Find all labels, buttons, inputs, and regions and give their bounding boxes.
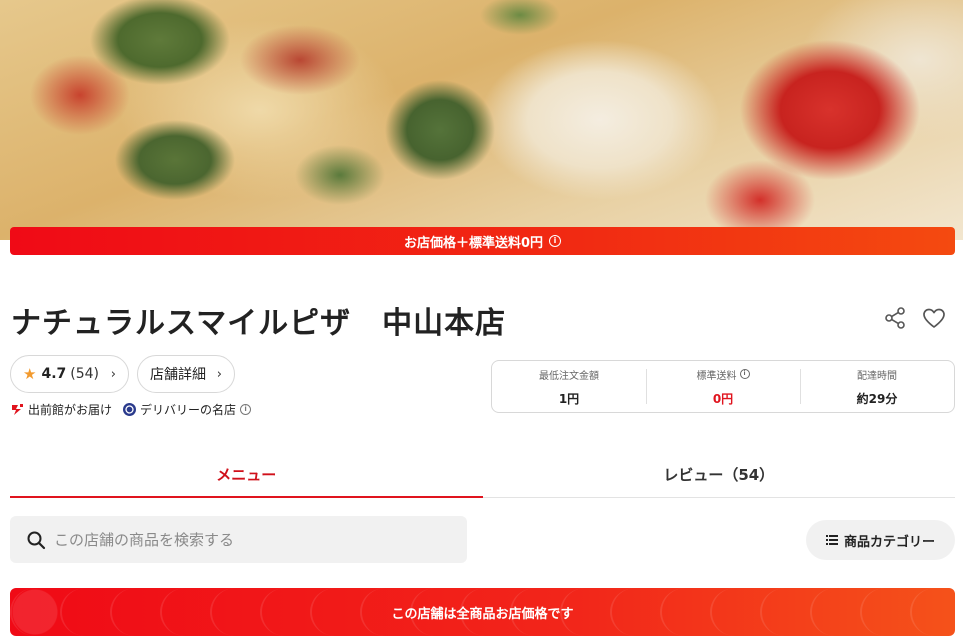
- favorite-heart-icon[interactable]: [921, 305, 947, 331]
- store-name: ナチュラルスマイルピザ 中山本店: [11, 306, 507, 341]
- info-icon[interactable]: i: [240, 404, 252, 415]
- delivery-fee-info: 標準送料 i 0円: [646, 361, 800, 412]
- category-button-label: 商品カテゴリー: [843, 534, 935, 550]
- search-input[interactable]: [54, 530, 444, 549]
- rating-value: 4.7: [41, 366, 67, 382]
- category-button[interactable]: 商品カテゴリー: [806, 520, 955, 560]
- info-icon[interactable]: i: [739, 369, 750, 379]
- chevron-right-icon: ›: [216, 366, 222, 382]
- min-order-info: 最低注文金額 1円: [492, 361, 646, 412]
- search-box[interactable]: [10, 516, 467, 563]
- min-order-value: 1円: [558, 391, 580, 406]
- delivery-time-label: 配達時間: [857, 370, 897, 382]
- delivery-info-panel: 最低注文金額 1円 標準送料 i 0円 配達時間 約29分: [491, 360, 955, 413]
- chevron-right-icon: ›: [110, 366, 116, 382]
- rating-chip[interactable]: ★ 4.7 (54) ›: [10, 355, 129, 393]
- search-icon: [27, 531, 46, 549]
- promo-banner[interactable]: お店価格＋標準送料0円 i: [10, 227, 955, 255]
- delivery-fee-label: 標準送料: [696, 370, 737, 382]
- price-notice-banner: この店舗は全商品お店価格です: [10, 588, 955, 636]
- store-tabs: メニュー レビュー（54）: [10, 452, 955, 498]
- delivery-fee-value: 0円: [712, 391, 734, 406]
- demae-logo-icon: [12, 404, 23, 415]
- store-badges: 出前館がお届け デリバリーの名店 i: [10, 401, 252, 418]
- store-details-button[interactable]: 店舗詳細 ›: [137, 355, 235, 393]
- famous-store-icon: [123, 403, 137, 416]
- store-details-label: 店舗詳細: [150, 367, 206, 383]
- famous-badge-text: デリバリーの名店: [140, 403, 237, 417]
- share-icon[interactable]: [882, 305, 908, 331]
- demae-badge-text: 出前館がお届け: [28, 403, 113, 417]
- delivery-time-value: 約29分: [856, 391, 898, 406]
- list-icon: [825, 535, 838, 545]
- promo-banner-text: お店価格＋標準送料0円: [403, 235, 544, 251]
- delivery-time-info: 配達時間 約29分: [800, 361, 954, 412]
- tab-menu[interactable]: メニュー: [10, 452, 483, 498]
- hero-food-image: [0, 0, 963, 240]
- rating-count: (54): [70, 366, 100, 382]
- price-notice-text: この店舗は全商品お店価格です: [391, 606, 574, 622]
- tab-reviews[interactable]: レビュー（54）: [483, 452, 956, 497]
- info-icon[interactable]: i: [549, 235, 562, 247]
- min-order-label: 最低注文金額: [539, 370, 599, 382]
- star-icon: ★: [23, 365, 37, 383]
